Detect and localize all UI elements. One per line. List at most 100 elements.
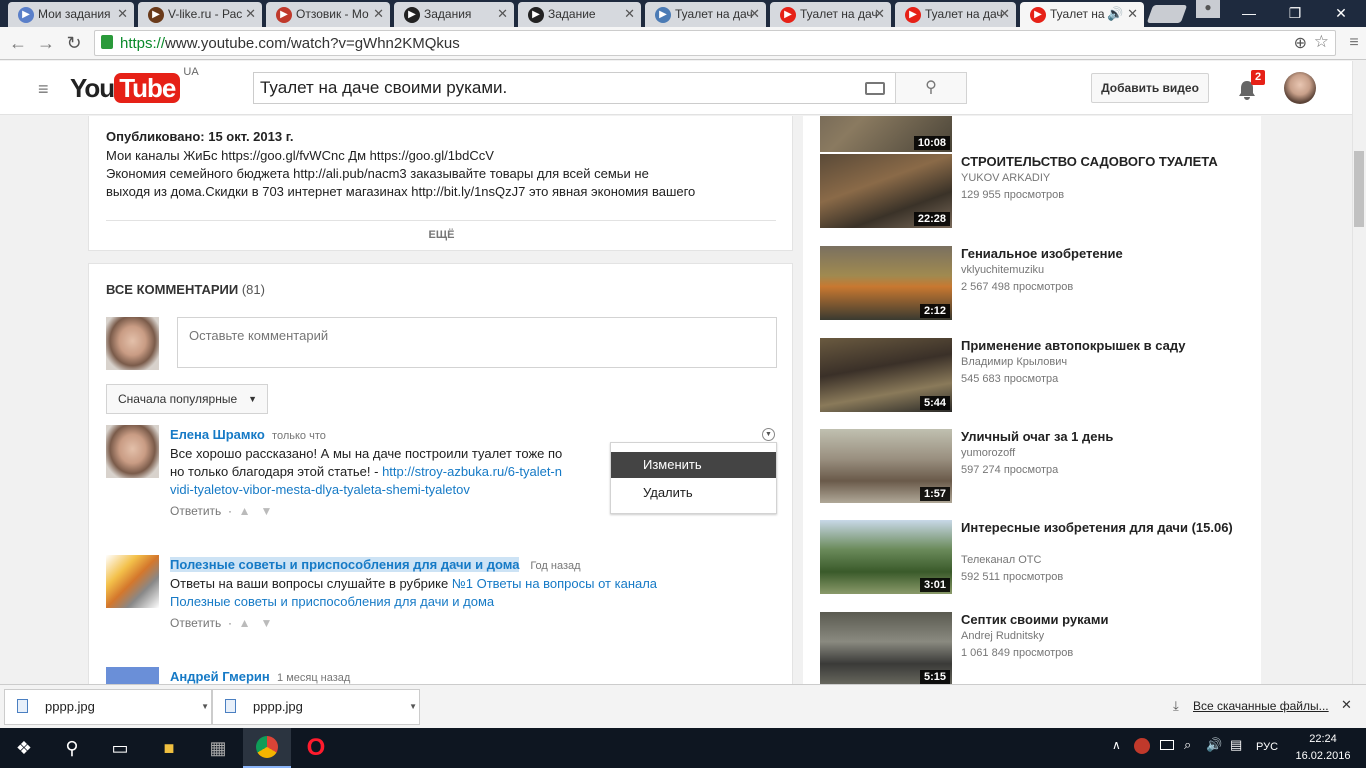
related-video[interactable]: 3:01 Интересные изобретения для дачи (15.… (820, 520, 1260, 600)
video-channel[interactable]: vklyuchitemuziku (961, 264, 1044, 276)
chevron-down-icon[interactable]: ▼ (409, 690, 417, 724)
battery-icon[interactable] (1160, 740, 1174, 750)
user-profile-icon[interactable]: ● (1196, 0, 1220, 18)
keyboard-icon[interactable] (865, 82, 885, 95)
video-title[interactable]: Уличный очаг за 1 день (961, 429, 1241, 445)
search-input[interactable]: Туалет на даче своими руками. (253, 72, 896, 104)
thumbs-up-icon[interactable]: ▲ (239, 616, 251, 630)
menu-item-edit[interactable]: Изменить (611, 452, 776, 478)
video-thumbnail[interactable]: 10:08 (820, 116, 952, 152)
bookmark-star-icon[interactable]: ☆ (1314, 32, 1329, 52)
tab-close-icon[interactable]: ✕ (117, 2, 128, 26)
app-icon[interactable]: ▦ (194, 728, 242, 768)
wifi-icon[interactable]: ⌕ (1184, 737, 1191, 753)
related-video[interactable]: 10:08 (820, 116, 1260, 158)
video-thumbnail[interactable]: 22:28 (820, 154, 952, 228)
download-item[interactable]: pppp.jpg ▼ (212, 689, 420, 725)
menu-item-delete[interactable]: Удалить (611, 480, 776, 506)
video-thumbnail[interactable]: 1:57 (820, 429, 952, 503)
language-indicator[interactable]: РУС (1256, 741, 1278, 753)
thumbs-down-icon[interactable]: ▼ (261, 616, 273, 630)
clock[interactable]: 22:24 16.02.2016 (1288, 731, 1358, 765)
upload-button[interactable]: Добавить видео (1091, 73, 1209, 103)
video-title[interactable]: Применение автопокрышек в саду (961, 338, 1241, 354)
avatar[interactable] (106, 425, 159, 478)
comment-link[interactable]: №1 Ответы на вопросы от канала (452, 576, 657, 591)
volume-icon[interactable]: 🔊 (1206, 737, 1222, 753)
download-item[interactable]: pppp.jpg ▼ (4, 689, 212, 725)
video-channel[interactable]: Телеканал ОТС (961, 554, 1041, 566)
comment-link[interactable]: http://stroy-azbuka.ru/6-tyalet-n (382, 464, 562, 479)
comment-author[interactable]: Елена Шрамко (170, 427, 265, 442)
account-avatar[interactable] (1284, 72, 1316, 104)
chevron-down-icon[interactable]: ▼ (201, 690, 209, 724)
show-more-button[interactable]: ЕЩЁ (89, 229, 794, 241)
forward-button[interactable]: → (34, 32, 58, 54)
tab-close-icon[interactable]: ✕ (999, 2, 1010, 26)
comment-link[interactable]: Полезные советы и приспособления для дач… (170, 593, 770, 611)
browser-tab[interactable]: ▶ Туалет на дач ✕ (645, 2, 766, 27)
file-explorer-icon[interactable]: ■ (145, 728, 193, 768)
notification-center-icon[interactable]: ▤ (1230, 737, 1242, 753)
video-title[interactable]: Интересные изобретения для дачи (15.06) (961, 520, 1241, 536)
opera-icon[interactable]: O (292, 728, 340, 768)
reload-button[interactable]: ↻ (62, 32, 86, 54)
close-window-button[interactable]: ✕ (1318, 0, 1364, 27)
antivirus-icon[interactable] (1134, 738, 1150, 754)
comment-author[interactable]: Андрей Гмерин (170, 669, 270, 684)
windows-start-icon[interactable]: ❖ (0, 728, 48, 768)
tab-close-icon[interactable]: 🔊 ✕ (1107, 2, 1138, 26)
video-channel[interactable]: YUKOV ARKADIY (961, 172, 1050, 184)
reply-button[interactable]: Ответить (170, 616, 221, 630)
browser-tab[interactable]: ▶ Туалет на дач ✕ (770, 2, 891, 27)
scrollbar-thumb[interactable] (1354, 151, 1364, 227)
show-hidden-icons[interactable]: ∧ (1112, 738, 1121, 752)
tab-close-icon[interactable]: ✕ (874, 2, 885, 26)
thumbs-down-icon[interactable]: ▼ (261, 504, 273, 518)
zoom-icon[interactable]: ⊕ (1294, 33, 1307, 53)
comment-time[interactable]: 1 месяц назад (277, 672, 350, 684)
browser-tab[interactable]: ▶ Задания ✕ (394, 2, 514, 27)
new-tab-button[interactable] (1146, 5, 1188, 23)
maximize-button[interactable]: ❐ (1272, 0, 1318, 27)
related-video[interactable]: 5:15 Септик своими руками Andrej Rudnitsky… (820, 612, 1260, 684)
sort-dropdown[interactable]: Сначала популярные ▼ (106, 384, 268, 414)
menu-icon[interactable]: ≡ (1342, 32, 1366, 54)
browser-tab[interactable]: ▶ Задание ✕ (518, 2, 641, 27)
tab-close-icon[interactable]: ✕ (497, 2, 508, 26)
youtube-logo[interactable]: You TubeUA (70, 66, 199, 104)
chrome-icon[interactable] (243, 728, 291, 768)
video-thumbnail[interactable]: 3:01 (820, 520, 952, 594)
close-icon[interactable]: ✕ (1341, 697, 1352, 713)
comment-menu-icon[interactable]: ▼ (762, 428, 775, 441)
avatar[interactable] (106, 555, 159, 608)
video-title[interactable]: СТРОИТЕЛЬСТВО САДОВОГО ТУАЛЕТА (961, 154, 1241, 170)
search-icon[interactable]: ⚲ (48, 728, 96, 768)
comment-author[interactable]: Полезные советы и приспособления для дач… (170, 557, 520, 572)
video-channel[interactable]: Andrej Rudnitsky (961, 630, 1044, 642)
related-video[interactable]: 22:28 СТРОИТЕЛЬСТВО САДОВОГО ТУАЛЕТА YUKOV… (820, 154, 1260, 234)
minimize-button[interactable]: — (1226, 0, 1272, 27)
thumbs-up-icon[interactable]: ▲ (239, 504, 251, 518)
back-button[interactable]: ← (6, 32, 30, 54)
video-thumbnail[interactable]: 5:15 (820, 612, 952, 684)
video-title[interactable]: Септик своими руками (961, 612, 1241, 628)
browser-tab[interactable]: ▶ Туалет на 🔊 ✕ (1020, 2, 1144, 27)
tab-close-icon[interactable]: ✕ (749, 2, 760, 26)
comment-time[interactable]: Год назад (530, 560, 580, 572)
guide-menu-icon[interactable]: ≡ (38, 79, 49, 100)
tab-close-icon[interactable]: ✕ (624, 2, 635, 26)
video-channel[interactable]: yumorozoff (961, 447, 1015, 459)
related-video[interactable]: 5:44 Применение автопокрышек в саду Владим… (820, 338, 1260, 418)
address-bar[interactable]: https://www.youtube.com/watch?v=gWhn2KMQ… (94, 30, 1336, 56)
avatar[interactable] (106, 667, 159, 684)
comment-time[interactable]: только что (272, 430, 326, 442)
related-video[interactable]: 2:12 Гениальное изобретение vklyuchitemuzi… (820, 246, 1260, 326)
related-video[interactable]: 1:57 Уличный очаг за 1 день yumorozoff 597 … (820, 429, 1260, 509)
search-button[interactable]: ⚲ (895, 72, 967, 104)
task-view-icon[interactable]: ▭ (96, 728, 144, 768)
reply-button[interactable]: Ответить (170, 504, 221, 518)
comment-input[interactable]: Оставьте комментарий (177, 317, 777, 368)
tab-close-icon[interactable]: ✕ (245, 2, 256, 26)
tab-close-icon[interactable]: ✕ (373, 2, 384, 26)
